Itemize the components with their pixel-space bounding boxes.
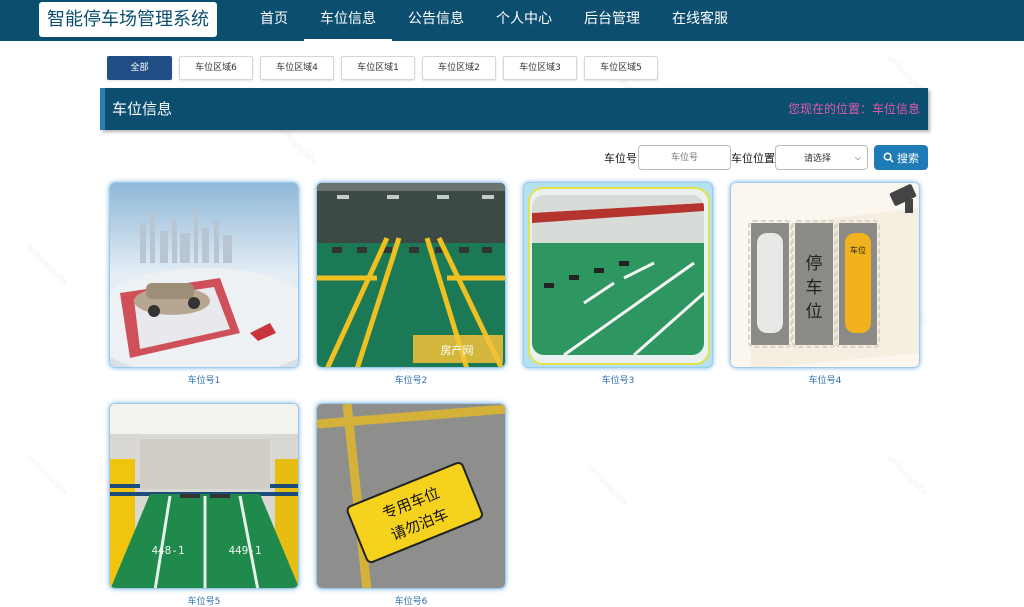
search-button[interactable]: 搜索 <box>874 145 928 170</box>
breadcrumb: 您现在的位置：车位信息 <box>787 102 920 116</box>
parking-card[interactable]: 车位号1 <box>109 182 299 386</box>
nav-admin[interactable]: 后台管理 <box>568 0 656 41</box>
tab-area-2[interactable]: 车位区域2 <box>422 56 496 80</box>
area-tabs: 全部 车位区域6 车位区域4 车位区域1 车位区域2 车位区域3 车位区域5 <box>107 56 658 80</box>
photo-overlay-text: 房产网 <box>441 343 474 357</box>
parking-position-value: 请选择 <box>804 154 832 164</box>
nav-personal-center[interactable]: 个人中心 <box>480 0 568 41</box>
page-title: 车位信息 <box>112 100 173 118</box>
tab-all[interactable]: 全部 <box>107 56 172 80</box>
parking-number-label: 车位号 <box>604 151 637 165</box>
tab-area-3[interactable]: 车位区域3 <box>503 56 577 80</box>
floor-number-left: 448-1 <box>151 544 184 557</box>
parking-name: 车位号2 <box>394 376 428 386</box>
search-button-label: 搜索 <box>897 151 919 165</box>
top-navbar: 智能停车场管理系统 首页 车位信息 公告信息 个人中心 后台管理 在线客服 <box>0 0 1024 41</box>
parking-card[interactable]: 车位号3 <box>523 182 713 386</box>
floor-number-right: 449-1 <box>228 544 261 557</box>
parking-card[interactable]: 停 车 位 车位 车位号4 <box>730 182 920 386</box>
search-bar: 车位号 车位位置 请选择 ⌵ 搜索 <box>604 145 928 170</box>
parking-name: 车位号3 <box>601 376 635 386</box>
tab-area-6[interactable]: 车位区域6 <box>179 56 253 80</box>
spot-sign-2: 车 <box>806 278 823 298</box>
parking-photo-2[interactable]: 房产网 <box>316 182 506 368</box>
parking-photo-6[interactable]: 专用车位 请勿泊车 <box>316 403 506 589</box>
parking-card[interactable]: 房产网 车位号2 <box>316 182 506 386</box>
site-logo[interactable]: 智能停车场管理系统 <box>39 2 217 37</box>
parking-photo-3[interactable] <box>523 182 713 368</box>
chevron-down-icon: ⌵ <box>854 152 861 162</box>
parking-card[interactable]: 专用车位 请勿泊车 车位号6 <box>316 403 506 607</box>
section-banner: 车位信息 您现在的位置：车位信息 <box>100 88 928 130</box>
parking-name: 车位号4 <box>808 376 842 386</box>
tab-area-4[interactable]: 车位区域4 <box>260 56 334 80</box>
spot-sign-3: 位 <box>806 302 823 322</box>
main-nav: 首页 车位信息 公告信息 个人中心 后台管理 在线客服 <box>244 0 744 41</box>
nav-home[interactable]: 首页 <box>244 0 304 41</box>
parking-photo-4[interactable]: 停 车 位 车位 <box>730 182 920 368</box>
nav-customer-service[interactable]: 在线客服 <box>656 0 744 41</box>
parking-name: 车位号1 <box>187 376 221 386</box>
parking-photo-1[interactable] <box>109 182 299 368</box>
parking-position-label: 车位位置 <box>731 151 775 165</box>
parking-number-input[interactable] <box>638 145 731 170</box>
spot-sign-1: 停 <box>806 254 823 274</box>
parking-position-select[interactable]: 请选择 ⌵ <box>775 145 868 170</box>
tab-area-1[interactable]: 车位区域1 <box>341 56 415 80</box>
spot-sign-right: 车位 <box>850 245 866 255</box>
parking-photo-5[interactable]: 448-1 449-1 <box>109 403 299 589</box>
parking-card[interactable]: 448-1 449-1 车位号5 <box>109 403 299 607</box>
parking-name: 车位号6 <box>394 597 428 607</box>
parking-name: 车位号5 <box>187 597 221 607</box>
search-icon <box>883 152 894 163</box>
nav-announcements[interactable]: 公告信息 <box>392 0 480 41</box>
nav-parking-info[interactable]: 车位信息 <box>304 0 392 41</box>
tab-area-5[interactable]: 车位区域5 <box>584 56 658 80</box>
